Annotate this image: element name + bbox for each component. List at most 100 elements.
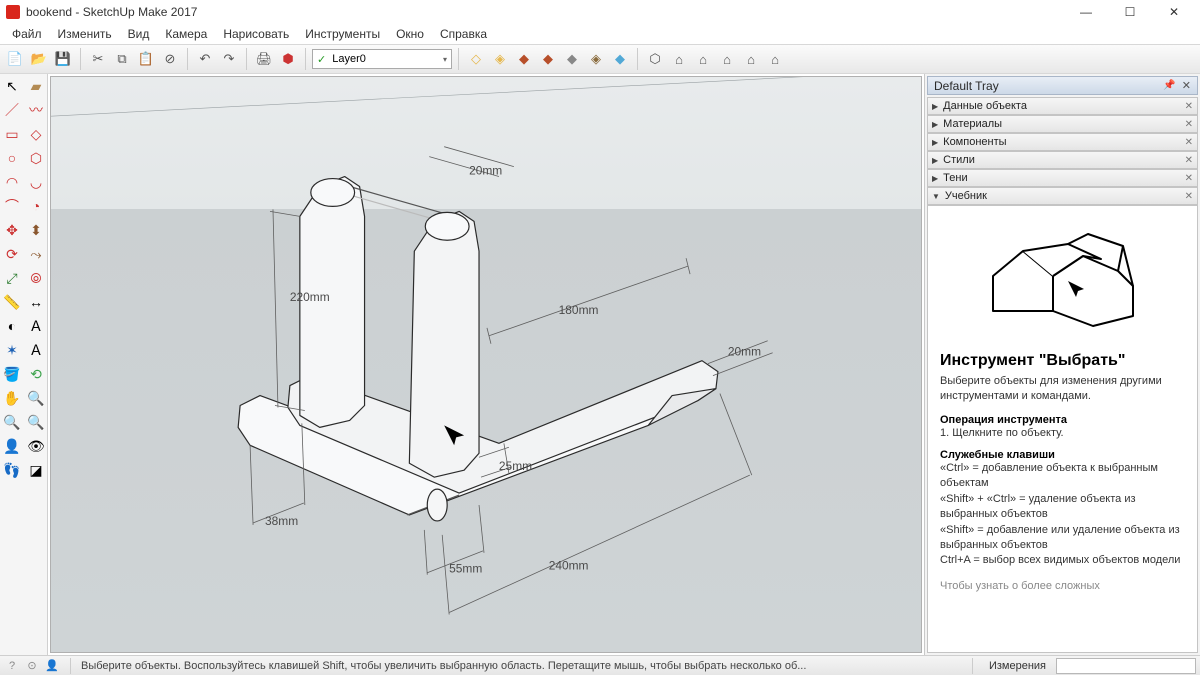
model-drawing: 20mm 220mm 180mm 20mm 25mm 55mm 38mm 240…: [51, 77, 921, 644]
instructor-op-heading: Операция инструмента: [940, 414, 1185, 426]
instructor-lead: Выберите объекты для изменения другими и…: [940, 374, 1185, 404]
walk-tool-icon[interactable]: 👣: [0, 458, 24, 482]
rectangle-tool-icon[interactable]: ▭: [0, 122, 24, 146]
style-shaded-tex-icon[interactable]: ◆: [537, 48, 559, 70]
style-xray-icon[interactable]: ◈: [585, 48, 607, 70]
panel-shadows[interactable]: ▶Тени✕: [927, 169, 1198, 187]
panel-instructor[interactable]: ▼Учебник✕: [927, 187, 1198, 205]
panel-styles[interactable]: ▶Стили✕: [927, 151, 1198, 169]
line-tool-icon[interactable]: ／: [0, 98, 24, 122]
close-button[interactable]: ✕: [1152, 0, 1196, 24]
redo-icon[interactable]: ↷: [218, 48, 240, 70]
menu-file[interactable]: Файл: [4, 25, 50, 43]
undo-icon[interactable]: ↶: [194, 48, 216, 70]
tray-title-bar[interactable]: Default Tray 📌 ✕: [927, 76, 1198, 95]
layer-dropdown[interactable]: ✓ Layer0 ▾: [312, 49, 452, 69]
panel-close-icon[interactable]: ✕: [1185, 101, 1193, 112]
tape-tool-icon[interactable]: 📏: [0, 290, 24, 314]
delete-icon[interactable]: ⊘: [159, 48, 181, 70]
print-icon[interactable]: 🖨: [253, 48, 275, 70]
paint-tool-icon[interactable]: 🪣: [0, 362, 24, 386]
maximize-button[interactable]: ☐: [1108, 0, 1152, 24]
arc-tool-icon[interactable]: ◠: [0, 170, 24, 194]
menu-tools[interactable]: Инструменты: [297, 25, 388, 43]
3dtext-tool-icon[interactable]: Ａ: [24, 338, 48, 362]
dimension-tool-icon[interactable]: ↔: [24, 290, 48, 314]
tray-close-icon[interactable]: ✕: [1182, 79, 1191, 92]
freehand-tool-icon[interactable]: 〰: [24, 98, 48, 122]
paste-icon[interactable]: 📋: [135, 48, 157, 70]
rot-rect-tool-icon[interactable]: ◇: [24, 122, 48, 146]
instructor-mod-body: «Ctrl» = добавление объекта к выбранным …: [940, 461, 1185, 569]
panel-close-icon[interactable]: ✕: [1185, 155, 1193, 166]
status-hint: Выберите объекты. Воспользуйтесь клавише…: [81, 660, 962, 672]
measurements-input[interactable]: [1056, 658, 1196, 674]
menu-camera[interactable]: Камера: [157, 25, 215, 43]
rotate-tool-icon[interactable]: ⟳: [0, 242, 24, 266]
help-icon[interactable]: ?: [4, 658, 20, 674]
view-iso-icon[interactable]: ⬡: [644, 48, 666, 70]
offset-tool-icon[interactable]: ⦾: [24, 266, 48, 290]
svg-text:55mm: 55mm: [449, 562, 482, 576]
style-hidden-icon[interactable]: ◈: [489, 48, 511, 70]
panel-close-icon[interactable]: ✕: [1185, 173, 1193, 184]
style-wireframe-icon[interactable]: ◇: [465, 48, 487, 70]
eraser-tool-icon[interactable]: ▰: [24, 74, 48, 98]
panel-close-icon[interactable]: ✕: [1185, 191, 1193, 202]
pan-tool-icon[interactable]: ✋: [0, 386, 24, 410]
style-mono-icon[interactable]: ◆: [561, 48, 583, 70]
save-file-icon[interactable]: 💾: [52, 48, 74, 70]
arc2-tool-icon[interactable]: ◡: [24, 170, 48, 194]
new-file-icon[interactable]: 📄: [4, 48, 26, 70]
pin-icon[interactable]: 📌: [1163, 80, 1175, 91]
person-icon[interactable]: 👤: [44, 658, 60, 674]
view-back-icon[interactable]: ⌂: [740, 48, 762, 70]
instructor-illustration: [973, 226, 1153, 336]
look-around-icon[interactable]: 👁: [24, 434, 48, 458]
protractor-tool-icon[interactable]: ◐: [0, 314, 24, 338]
zoom-extents-icon[interactable]: 🔍: [24, 410, 48, 434]
panel-close-icon[interactable]: ✕: [1185, 137, 1193, 148]
menu-view[interactable]: Вид: [120, 25, 158, 43]
menu-edit[interactable]: Изменить: [50, 25, 120, 43]
text-tool-icon[interactable]: Ａ: [24, 314, 48, 338]
arc3-tool-icon[interactable]: ⌒: [0, 194, 24, 218]
view-front-icon[interactable]: ⌂: [692, 48, 714, 70]
view-left-icon[interactable]: ⌂: [764, 48, 786, 70]
cut-icon[interactable]: ✂: [87, 48, 109, 70]
menu-help[interactable]: Справка: [432, 25, 495, 43]
position-camera-icon[interactable]: 👤: [0, 434, 24, 458]
zoom-window-icon[interactable]: 🔍: [0, 410, 24, 434]
pie-tool-icon[interactable]: ◔: [24, 194, 48, 218]
panel-materials[interactable]: ▶Материалы✕: [927, 115, 1198, 133]
window-title: bookend - SketchUp Make 2017: [26, 5, 1064, 19]
panel-components[interactable]: ▶Компоненты✕: [927, 133, 1198, 151]
copy-icon[interactable]: ⧉: [111, 48, 133, 70]
menu-draw[interactable]: Нарисовать: [215, 25, 297, 43]
open-file-icon[interactable]: 📂: [28, 48, 50, 70]
scale-tool-icon[interactable]: ⤢: [0, 266, 24, 290]
style-shaded-icon[interactable]: ◆: [513, 48, 535, 70]
move-tool-icon[interactable]: ✥: [0, 218, 24, 242]
axes-tool-icon[interactable]: ✶: [0, 338, 24, 362]
view-top-icon[interactable]: ⌂: [668, 48, 690, 70]
polygon-tool-icon[interactable]: ⬡: [24, 146, 48, 170]
menu-window[interactable]: Окно: [388, 25, 432, 43]
section-tool-icon[interactable]: ◪: [24, 458, 48, 482]
orbit-tool-icon[interactable]: ⟲: [24, 362, 48, 386]
followme-tool-icon[interactable]: ⤳: [24, 242, 48, 266]
view-right-icon[interactable]: ⌂: [716, 48, 738, 70]
circle-tool-icon[interactable]: ○: [0, 146, 24, 170]
svg-text:20mm: 20mm: [469, 164, 502, 178]
minimize-button[interactable]: —: [1064, 0, 1108, 24]
pushpull-tool-icon[interactable]: ⬍: [24, 218, 48, 242]
geo-icon[interactable]: ⊙: [24, 658, 40, 674]
panel-close-icon[interactable]: ✕: [1185, 119, 1193, 130]
panel-entity-info[interactable]: ▶Данные объекта✕: [927, 97, 1198, 115]
viewport-3d[interactable]: 20mm 220mm 180mm 20mm 25mm 55mm 38mm 240…: [50, 76, 922, 653]
svg-text:240mm: 240mm: [549, 559, 589, 573]
zoom-tool-icon[interactable]: 🔍: [24, 386, 48, 410]
model-info-icon[interactable]: ⬢: [277, 48, 299, 70]
style-back-icon[interactable]: ◆: [609, 48, 631, 70]
select-tool-icon[interactable]: ↖: [0, 74, 24, 98]
